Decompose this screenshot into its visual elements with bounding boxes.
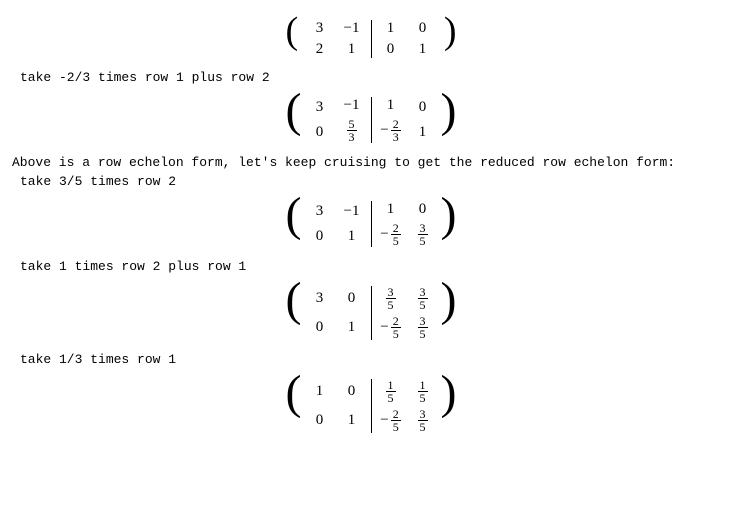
matrix-cell: 3	[304, 18, 336, 39]
augment-bar	[371, 286, 372, 340]
matrix-cell: 1	[336, 39, 368, 60]
matrix-cell: 2	[304, 39, 336, 60]
matrix-cell: 3	[304, 201, 336, 222]
matrix-cell: 0	[407, 199, 439, 220]
matrix-3: (30−111−25035)	[12, 195, 730, 253]
matrix-cell: 0	[304, 410, 336, 431]
matrix-cell: 1	[375, 95, 407, 116]
step-text-5: take 1/3 times row 1	[20, 352, 730, 367]
matrix-4: (300135−253535)	[12, 280, 730, 346]
matrix-cell: 0	[336, 288, 368, 309]
matrix-cell: −25	[375, 220, 407, 249]
augment-bar	[371, 97, 372, 143]
matrix-cell: 0	[407, 97, 439, 118]
matrix-cell: 1	[336, 317, 368, 338]
matrix-cell: 15	[407, 377, 439, 406]
matrix-cell: 0	[304, 226, 336, 247]
matrix-cell: 35	[375, 284, 407, 313]
matrix-cell: 0	[336, 381, 368, 402]
matrix-cell: 3	[304, 97, 336, 118]
augmented-matrix: (30−111−25035)	[290, 195, 453, 253]
matrix-cell: 53	[336, 116, 368, 145]
augmented-matrix: (30−1531−2301)	[290, 91, 453, 149]
matrix-2: (30−1531−2301)	[12, 91, 730, 149]
matrix-cell: −23	[375, 116, 407, 145]
matrix-cell: 1	[336, 226, 368, 247]
matrix-cell: −1	[336, 201, 368, 222]
step-text-4: take 1 times row 2 plus row 1	[20, 259, 730, 274]
matrix-cell: 1	[407, 39, 439, 60]
augmented-matrix: (100115−251535)	[290, 373, 453, 439]
matrix-cell: −1	[336, 18, 368, 39]
matrix-cell: 1	[375, 18, 407, 39]
matrix-cell: −1	[336, 95, 368, 116]
matrix-cell: 0	[375, 39, 407, 60]
matrix-cell: 0	[304, 317, 336, 338]
augmented-matrix: (32−111001)	[290, 14, 453, 64]
matrix-cell: 1	[375, 199, 407, 220]
matrix-cell: 1	[304, 381, 336, 402]
matrix-cell: −25	[375, 313, 407, 342]
matrix-cell: 1	[336, 410, 368, 431]
matrix-cell: 35	[407, 220, 439, 249]
augment-bar	[371, 379, 372, 433]
matrix-cell: 1	[407, 122, 439, 143]
matrix-cell: 35	[407, 313, 439, 342]
matrix-5: (100115−251535)	[12, 373, 730, 439]
step-text-2: Above is a row echelon form, let's keep …	[12, 155, 730, 170]
matrix-cell: 3	[304, 288, 336, 309]
step-text-3: take 3/5 times row 2	[20, 174, 730, 189]
matrix-cell: 35	[407, 284, 439, 313]
matrix-cell: 35	[407, 406, 439, 435]
matrix-1: (32−111001)	[12, 14, 730, 64]
augment-bar	[371, 201, 372, 247]
matrix-cell: 0	[304, 122, 336, 143]
augmented-matrix: (300135−253535)	[290, 280, 453, 346]
step-text-1: take -2/3 times row 1 plus row 2	[20, 70, 730, 85]
matrix-cell: 0	[407, 18, 439, 39]
matrix-cell: −25	[375, 406, 407, 435]
matrix-cell: 15	[375, 377, 407, 406]
augment-bar	[371, 20, 372, 58]
